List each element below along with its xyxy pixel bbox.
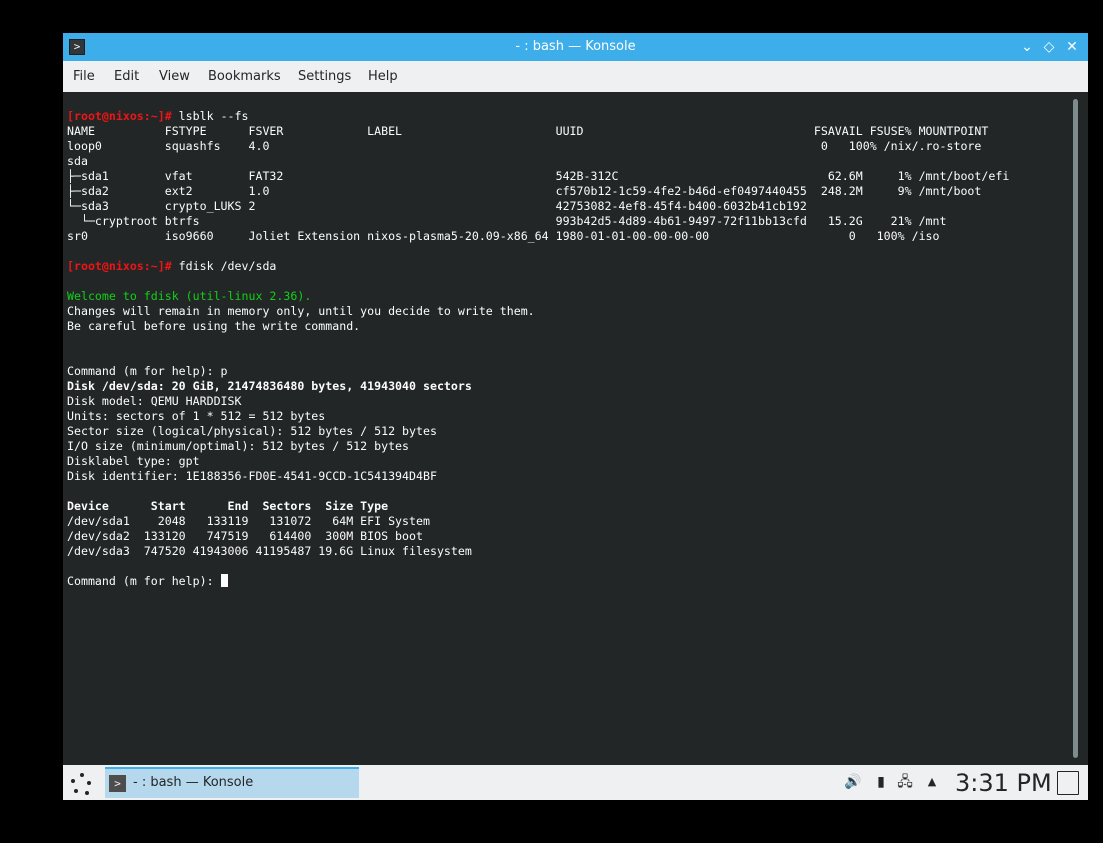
- disk-info-line: I/O size (minimum/optimal): 512 bytes / …: [67, 439, 410, 453]
- partition-row: /dev/sda2 133120 747519 614400 300M BIOS…: [67, 529, 423, 543]
- prompt: [root@nixos:~]#: [67, 109, 172, 123]
- text-cursor: [220, 574, 228, 587]
- lsblk-row: ├─sda1 vfat FAT32 542B-312C 62.6M 1% /mn…: [67, 169, 1010, 183]
- terminal-area[interactable]: [root@nixos:~]# lsblk --fs NAME FSTYPE F…: [63, 92, 1071, 765]
- command: lsblk --fs: [171, 109, 249, 123]
- show-desktop-icon[interactable]: [1057, 771, 1079, 795]
- lsblk-row: └─sda3 crypto_LUKS 2 42753082-4ef8-45f4-…: [67, 199, 807, 213]
- terminal-icon: >: [109, 775, 126, 792]
- konsole-window: > - : bash — Konsole ⌄ ◇ ✕ File Edit Vie…: [63, 33, 1088, 765]
- prompt-line: [root@nixos:~]# fdisk /dev/sda: [67, 259, 1009, 274]
- menu-bar: File Edit View Bookmarks Settings Help: [63, 61, 1088, 92]
- partition-row: /dev/sda1 2048 133119 131072 64M EFI Sys…: [67, 514, 430, 528]
- window-title: - : bash — Konsole: [515, 39, 636, 54]
- menu-bookmarks[interactable]: Bookmarks: [203, 61, 286, 92]
- taskbar-task-konsole[interactable]: > - : bash — Konsole: [105, 767, 359, 798]
- lsblk-row: sr0 iso9660 Joliet Extension nixos-plasm…: [67, 229, 940, 243]
- menu-view[interactable]: View: [154, 61, 195, 92]
- task-label: - : bash — Konsole: [133, 775, 254, 790]
- lsblk-row: ├─sda2 ext2 1.0 cf570b12-1c59-4fe2-b46d-…: [67, 184, 982, 198]
- disk-info-line: Units: sectors of 1 * 512 = 512 bytes: [67, 409, 326, 423]
- menu-edit[interactable]: Edit: [109, 61, 144, 92]
- command: fdisk /dev/sda: [171, 259, 277, 273]
- fdisk-careful-notice: Be careful before using the write comman…: [67, 319, 361, 333]
- command-prompt: Command (m for help):: [67, 574, 221, 588]
- title-bar[interactable]: > - : bash — Konsole ⌄ ◇ ✕: [63, 33, 1088, 61]
- disk-info-line: Disk model: QEMU HARDDISK: [67, 394, 242, 408]
- menu-settings[interactable]: Settings: [293, 61, 356, 92]
- disk-summary: Disk /dev/sda: 20 GiB, 21474836480 bytes…: [67, 379, 472, 393]
- menu-help[interactable]: Help: [363, 61, 403, 92]
- terminal-output: [root@nixos:~]# lsblk --fs NAME FSTYPE F…: [67, 109, 1009, 589]
- command-line: Command (m for help): p: [67, 364, 228, 378]
- fdisk-welcome: Welcome to fdisk (util-linux 2.36).: [67, 289, 312, 303]
- usb-device-icon[interactable]: ▮: [873, 773, 889, 791]
- partition-header: Device Start End Sectors Size Type: [67, 499, 389, 513]
- lsblk-header: NAME FSTYPE FSVER LABEL UUID FSAVAIL FSU…: [67, 124, 989, 138]
- disk-info-line: Disklabel type: gpt: [67, 454, 200, 468]
- application-launcher-icon[interactable]: [63, 765, 101, 800]
- fdisk-changes-notice: Changes will remain in memory only, unti…: [67, 304, 535, 318]
- expand-tray-icon[interactable]: ▲: [924, 773, 940, 791]
- minimize-icon[interactable]: ⌄: [1017, 37, 1037, 57]
- lsblk-row: └─cryptroot btrfs 993b42d5-4d89-4b61-949…: [67, 214, 947, 228]
- menu-file[interactable]: File: [68, 61, 100, 92]
- maximize-icon[interactable]: ◇: [1039, 37, 1059, 57]
- partition-row: /dev/sda3 747520 41943006 41195487 19.6G…: [67, 544, 472, 558]
- volume-icon[interactable]: 🔊: [844, 773, 861, 791]
- active-command-line: Command (m for help):: [67, 574, 1009, 589]
- prompt: [root@nixos:~]#: [67, 259, 172, 273]
- lsblk-row: loop0 squashfs 4.0 0 100% /nix/.ro-store: [67, 139, 982, 153]
- lsblk-row: sda: [67, 154, 88, 168]
- taskbar: > - : bash — Konsole 🔊 ▮ 🖧 ▲ 3:31 PM: [63, 765, 1088, 800]
- disk-info-line: Disk identifier: 1E188356-FD0E-4541-9CCD…: [67, 469, 437, 483]
- scrollbar-thumb[interactable]: [1073, 99, 1078, 758]
- clock[interactable]: 3:31 PM: [955, 765, 1052, 801]
- close-icon[interactable]: ✕: [1062, 37, 1082, 57]
- prompt-line: [root@nixos:~]# lsblk --fs: [67, 109, 1009, 124]
- disk-info-line: Sector size (logical/physical): 512 byte…: [67, 424, 437, 438]
- network-icon[interactable]: 🖧: [897, 773, 913, 791]
